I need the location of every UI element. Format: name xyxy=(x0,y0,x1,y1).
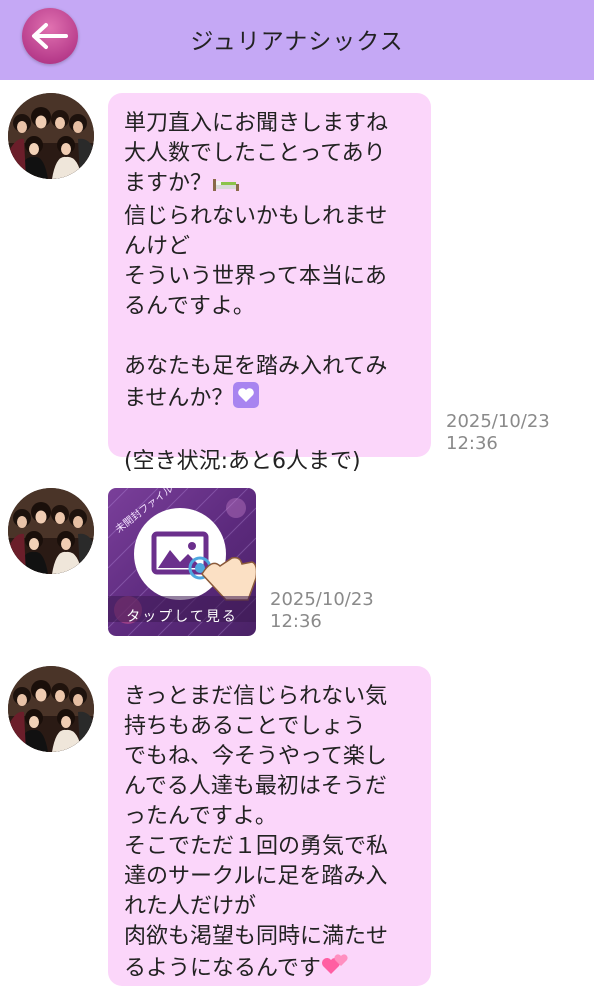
bed-emoji-icon xyxy=(212,172,240,202)
message-line: あなたも足を踏み入れてみ xyxy=(124,354,388,379)
timestamp-date: 2025/10/23 xyxy=(270,589,374,610)
message-timestamp: 2025/10/23 12:36 xyxy=(270,589,374,633)
timestamp-time: 12:36 xyxy=(446,433,498,454)
message-line: そういう世界って本当にあ xyxy=(124,264,387,289)
message-line: ったんですよ。 xyxy=(124,804,277,829)
message-line: 大人数でしたことってあり xyxy=(124,141,386,166)
message-line: んでる人達も最初はそうだ xyxy=(124,774,387,799)
timestamp-time: 12:36 xyxy=(270,611,322,632)
message-line: 肉欲も渇望も同時に満たせ xyxy=(124,924,389,949)
chat-header: ジュリアナシックス xyxy=(0,0,594,80)
message-line: れた人だけが xyxy=(124,894,257,919)
image-message[interactable]: 未開封ファイル タップして見る xyxy=(108,488,256,636)
message-line: るんですよ。 xyxy=(124,294,255,319)
message-line: るようになるんです xyxy=(124,956,321,981)
sender-avatar[interactable] xyxy=(8,93,94,179)
message-bubble: 単刀直入にお聞きしますね 大人数でしたことってあり ますか？ 信じられないかもし… xyxy=(108,93,431,474)
message-timestamp: 2025/10/23 12:36 xyxy=(446,411,550,455)
message-line: 持ちもあることでしょう xyxy=(124,714,366,739)
message-line: そこでただ１回の勇気で私 xyxy=(124,834,389,859)
avatar-group-photo xyxy=(8,488,94,574)
timestamp-date: 2025/10/23 xyxy=(446,411,550,432)
avatar-group-photo xyxy=(8,666,94,752)
message-line: 単刀直入にお聞きしますね xyxy=(124,111,389,136)
message-line: 達のサークルに足を踏み入 xyxy=(124,864,388,889)
tap-to-view-label: タップして見る xyxy=(126,609,238,625)
chat-title: ジュリアナシックス xyxy=(190,29,404,55)
sender-avatar[interactable] xyxy=(8,488,94,574)
message-line: (空き状況:あと6人まで) xyxy=(124,449,361,474)
message-line: ますか？ xyxy=(124,171,213,196)
sender-avatar[interactable] xyxy=(8,666,94,752)
message-line: でもね、今そうやって楽し xyxy=(124,744,387,769)
message-line: 信じられないかもしれませ xyxy=(124,204,388,229)
message-line: ませんか？ xyxy=(124,386,234,411)
message-bubble: きっとまだ信じられない気 持ちもあることでしょう でもね、今そうやって楽し んで… xyxy=(108,666,431,986)
message-line: きっとまだ信じられない気 xyxy=(124,684,388,709)
white-heart-emoji-icon xyxy=(233,382,260,417)
message-line: んけど xyxy=(124,234,191,259)
avatar-group-photo xyxy=(8,93,94,179)
